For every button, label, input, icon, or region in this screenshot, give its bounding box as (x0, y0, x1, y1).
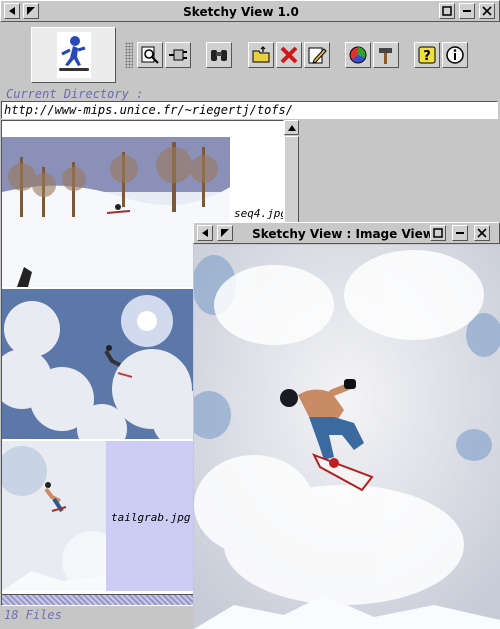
window-shade-button[interactable] (23, 3, 39, 19)
svg-text:?: ? (423, 49, 431, 64)
plug-icon (169, 49, 187, 61)
colors-button[interactable] (345, 42, 371, 68)
image-close-button[interactable] (474, 225, 490, 241)
minimize-icon (456, 232, 464, 234)
info-button[interactable] (442, 42, 468, 68)
maximize-icon (433, 228, 443, 238)
minimize-button[interactable] (459, 3, 475, 19)
main-window-title: Sketchy View 1.0 (183, 5, 299, 19)
info-icon (446, 46, 464, 64)
file-list-hscrollbar[interactable] (1, 594, 199, 606)
image-minimize-button[interactable] (452, 225, 468, 241)
delete-icon (280, 46, 298, 64)
palette-icon (349, 46, 367, 64)
image-view-picture (194, 245, 500, 629)
window-menu-button[interactable] (4, 3, 20, 19)
image-window-shade-button[interactable] (217, 225, 233, 241)
open-folder-icon (252, 46, 270, 63)
close-icon (477, 228, 487, 238)
snowboarder-logo-icon (57, 32, 91, 78)
minimize-icon (463, 10, 471, 12)
image-titlebar[interactable]: Sketchy View : Image View (193, 222, 500, 244)
thumbnail-image (2, 441, 106, 591)
file-name: seq4.jpg (234, 207, 284, 220)
edit-icon (308, 47, 327, 64)
help-icon: ? (418, 46, 436, 64)
status-text: 18 Files (4, 608, 62, 622)
close-icon (482, 6, 492, 16)
image-maximize-button[interactable] (430, 225, 446, 241)
maximize-button[interactable] (439, 3, 455, 19)
arrow-left-icon (9, 7, 15, 15)
maximize-icon (442, 6, 452, 16)
arrow-up-icon (287, 124, 296, 131)
main-titlebar[interactable]: Sketchy View 1.0 (0, 0, 500, 22)
toolbar-grip[interactable] (125, 42, 133, 68)
scroll-up-button[interactable] (284, 120, 299, 135)
zoom-view-button[interactable] (137, 42, 163, 68)
zoom-view-icon (141, 46, 159, 64)
help-button[interactable]: ? (414, 42, 440, 68)
edit-button[interactable] (304, 42, 330, 68)
connect-button[interactable] (165, 42, 191, 68)
app-logo (31, 27, 116, 83)
find-button[interactable] (206, 42, 232, 68)
current-directory-label: Current Directory : (6, 87, 144, 101)
toolbar: ? (0, 22, 500, 88)
current-directory-input[interactable]: http://www-mips.unice.fr/~riegertj/tofs/ (1, 101, 498, 119)
image-window-title: Sketchy View : Image View (252, 227, 434, 241)
thumbnail-image (2, 289, 197, 439)
binoculars-icon (211, 50, 227, 61)
image-window-menu-button[interactable] (197, 225, 213, 241)
open-folder-button[interactable] (248, 42, 274, 68)
delete-button[interactable] (276, 42, 302, 68)
arrow-diagonal-icon (27, 7, 35, 15)
image-view-window: Sketchy View : Image View (193, 222, 500, 629)
scroll-thumb[interactable] (284, 136, 299, 226)
file-name: tailgrab.jpg (111, 511, 191, 524)
close-button[interactable] (479, 3, 495, 19)
tools-button[interactable] (373, 42, 399, 68)
arrow-diagonal-icon (221, 229, 229, 237)
hammer-icon (379, 48, 392, 64)
arrow-left-icon (202, 229, 208, 237)
